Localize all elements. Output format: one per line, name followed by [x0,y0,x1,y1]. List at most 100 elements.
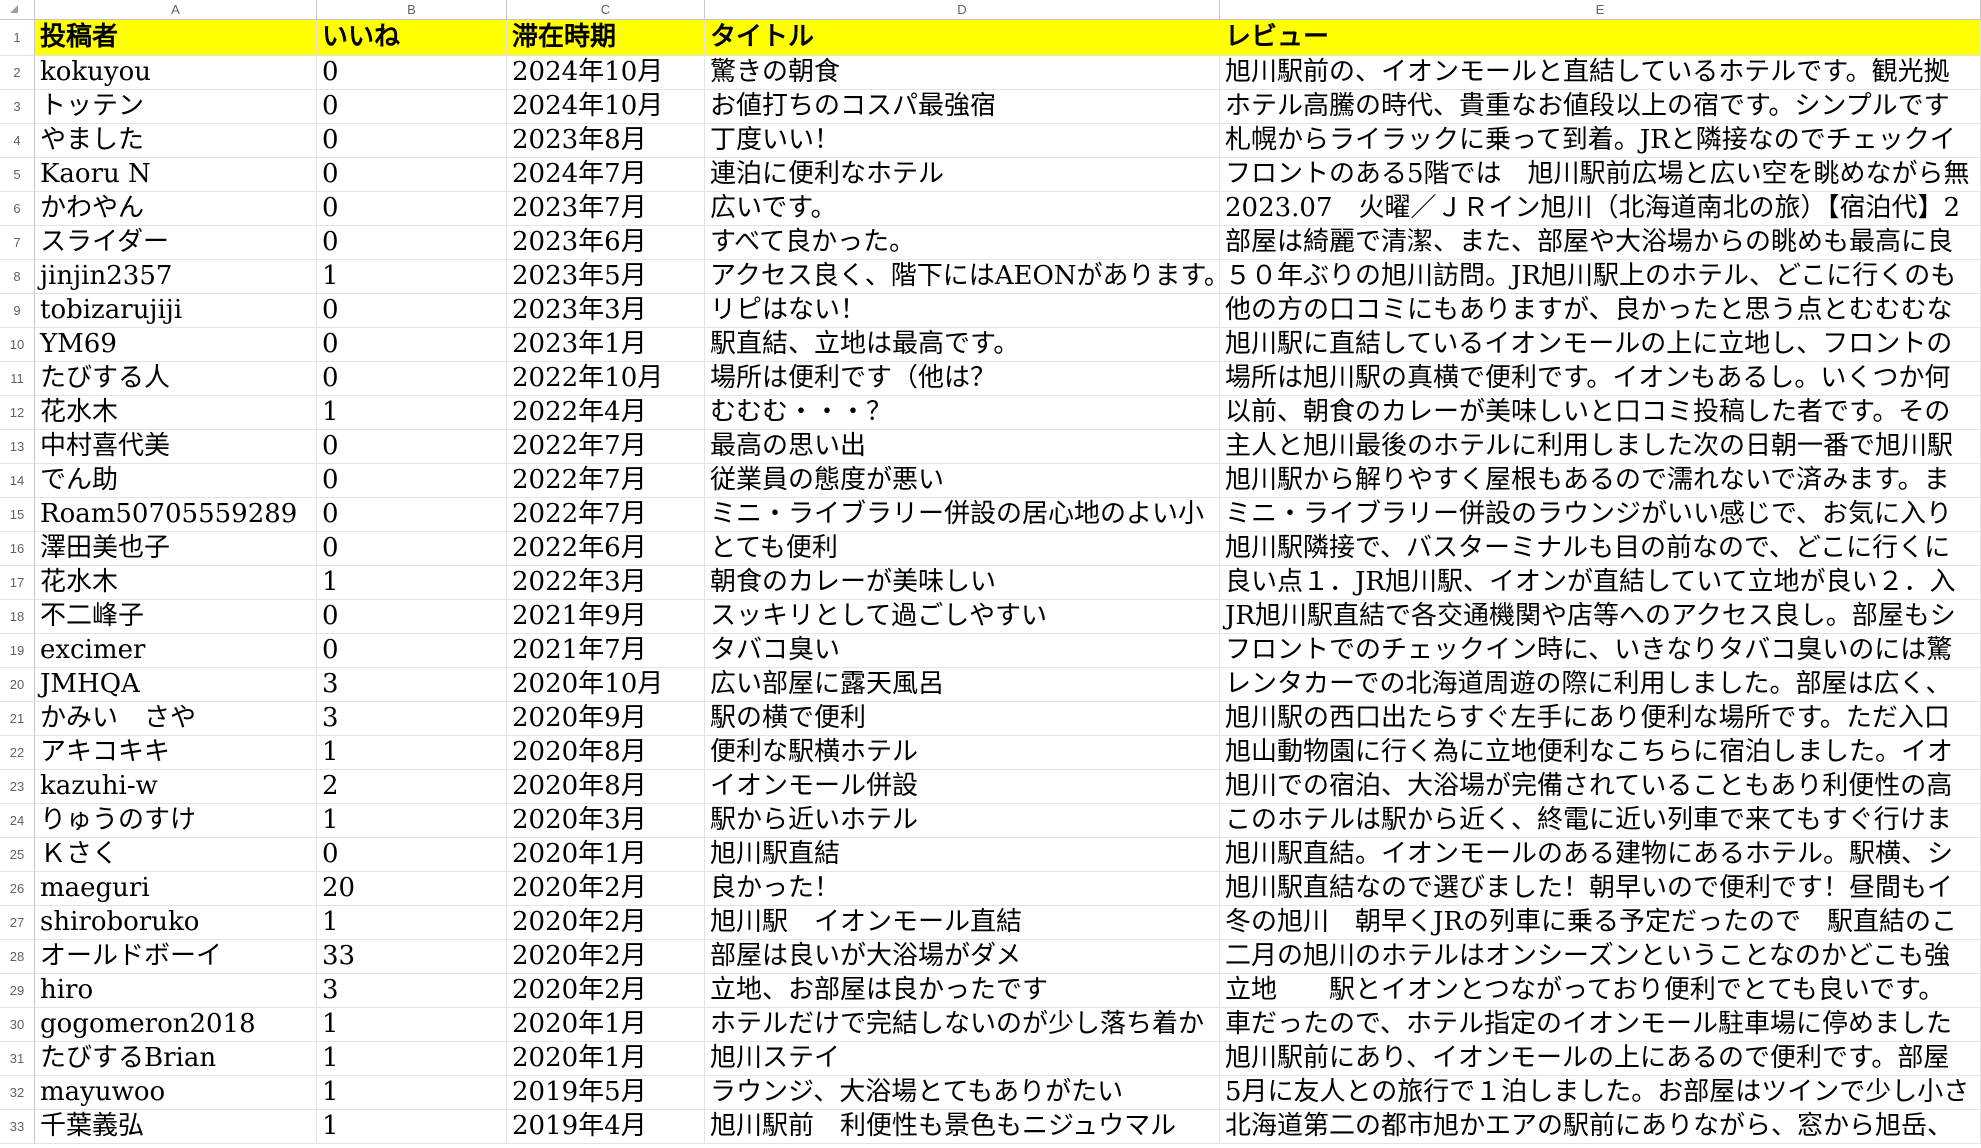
row-number[interactable]: 31 [0,1042,35,1076]
stay-period-cell[interactable]: 2020年1月 [507,1042,705,1076]
review-cell[interactable]: 旭川での宿泊、大浴場が完備されていることもあり利便性の高 [1220,770,1981,804]
likes-cell[interactable]: 1 [317,736,507,770]
title-cell[interactable]: リピはない！ [705,294,1220,328]
reviewer-cell[interactable]: jinjin2357 [35,260,317,294]
likes-cell[interactable]: 0 [317,90,507,124]
title-cell[interactable]: スッキリとして過ごしやすい [705,600,1220,634]
likes-cell[interactable]: 0 [317,498,507,532]
review-cell[interactable]: 旭川駅前の、イオンモールと直結しているホテルです。観光拠 [1220,56,1981,90]
stay-period-cell[interactable]: 2020年2月 [507,940,705,974]
review-cell[interactable]: ５０年ぶりの旭川訪問。JR旭川駅上のホテル、どこに行くのも [1220,260,1981,294]
review-cell[interactable]: 以前、朝食のカレーが美味しいと口コミ投稿した者です。その [1220,396,1981,430]
review-cell[interactable]: ミニ・ライブラリー併設のラウンジがいい感じで、お気に入り [1220,498,1981,532]
likes-cell[interactable]: 0 [317,362,507,396]
row-number[interactable]: 6 [0,192,35,226]
stay-period-cell[interactable]: 2022年7月 [507,430,705,464]
reviewer-cell[interactable]: maeguri [35,872,317,906]
title-cell[interactable]: ミニ・ライブラリー併設の居心地のよい小 [705,498,1220,532]
title-cell[interactable]: アクセス良く、階下にはAEONがあります。 [705,260,1220,294]
title-cell[interactable]: とても便利 [705,532,1220,566]
title-cell[interactable]: 最高の思い出 [705,430,1220,464]
title-cell[interactable]: 立地、お部屋は良かったです [705,974,1220,1008]
reviewer-cell[interactable]: hiro [35,974,317,1008]
likes-cell[interactable]: 0 [317,464,507,498]
review-cell[interactable]: 場所は旭川駅の真横で便利です。イオンもあるし。いくつか何 [1220,362,1981,396]
stay-period-cell[interactable]: 2020年2月 [507,974,705,1008]
likes-cell[interactable]: 0 [317,600,507,634]
reviewer-cell[interactable]: 千葉義弘 [35,1110,317,1144]
reviewer-cell[interactable]: JMHQA [35,668,317,702]
review-cell[interactable]: JR旭川駅直結で各交通機関や店等へのアクセス良し。部屋もシ [1220,600,1981,634]
row-number[interactable]: 21 [0,702,35,736]
reviewer-cell[interactable]: gogomeron2018 [35,1008,317,1042]
reviewer-cell[interactable]: kokuyou [35,56,317,90]
title-cell[interactable]: 朝食のカレーが美味しい [705,566,1220,600]
likes-cell[interactable]: 1 [317,804,507,838]
likes-cell[interactable]: 0 [317,226,507,260]
title-cell[interactable]: 場所は便利です（他は？ [705,362,1220,396]
reviewer-cell[interactable]: やました [35,124,317,158]
likes-cell[interactable]: 0 [317,158,507,192]
title-cell[interactable]: 驚きの朝食 [705,56,1220,90]
reviewer-cell[interactable]: オールドボーイ [35,940,317,974]
header-cell-reviewer[interactable]: 投稿者 [35,20,317,56]
reviewer-cell[interactable]: tobizarujiji [35,294,317,328]
title-cell[interactable]: 駅から近いホテル [705,804,1220,838]
stay-period-cell[interactable]: 2020年1月 [507,1008,705,1042]
stay-period-cell[interactable]: 2024年10月 [507,56,705,90]
column-header-e[interactable]: E [1220,0,1981,20]
row-number[interactable]: 13 [0,430,35,464]
likes-cell[interactable]: 0 [317,634,507,668]
row-number[interactable]: 32 [0,1076,35,1110]
title-cell[interactable]: 広いです。 [705,192,1220,226]
row-number[interactable]: 25 [0,838,35,872]
title-cell[interactable]: 便利な駅横ホテル [705,736,1220,770]
stay-period-cell[interactable]: 2023年7月 [507,192,705,226]
title-cell[interactable]: むむむ・・・？ [705,396,1220,430]
row-number[interactable]: 33 [0,1110,35,1144]
review-cell[interactable]: 旭川駅隣接で、バスターミナルも目の前なので、どこに行くに [1220,532,1981,566]
stay-period-cell[interactable]: 2019年5月 [507,1076,705,1110]
review-cell[interactable]: 他の方の口コミにもありますが、良かったと思う点とむむむな [1220,294,1981,328]
reviewer-cell[interactable]: Kaoru N [35,158,317,192]
stay-period-cell[interactable]: 2020年2月 [507,872,705,906]
stay-period-cell[interactable]: 2020年9月 [507,702,705,736]
stay-period-cell[interactable]: 2022年10月 [507,362,705,396]
stay-period-cell[interactable]: 2022年3月 [507,566,705,600]
row-number[interactable]: 24 [0,804,35,838]
stay-period-cell[interactable]: 2020年10月 [507,668,705,702]
review-cell[interactable]: 旭川駅前にあり、イオンモールの上にあるので便利です。部屋 [1220,1042,1981,1076]
likes-cell[interactable]: 0 [317,294,507,328]
likes-cell[interactable]: 3 [317,702,507,736]
title-cell[interactable]: 広い部屋に露天風呂 [705,668,1220,702]
reviewer-cell[interactable]: shiroboruko [35,906,317,940]
header-cell-likes[interactable]: いいね [317,20,507,56]
column-header-d[interactable]: D [705,0,1220,20]
stay-period-cell[interactable]: 2020年3月 [507,804,705,838]
review-cell[interactable]: レンタカーでの北海道周遊の際に利用しました。部屋は広く、 [1220,668,1981,702]
reviewer-cell[interactable]: 花水木 [35,396,317,430]
stay-period-cell[interactable]: 2022年4月 [507,396,705,430]
title-cell[interactable]: 旭川駅 イオンモール直結 [705,906,1220,940]
title-cell[interactable]: 旭川ステイ [705,1042,1220,1076]
stay-period-cell[interactable]: 2024年10月 [507,90,705,124]
reviewer-cell[interactable]: Roam50705559289 [35,498,317,532]
header-cell-title[interactable]: タイトル [705,20,1220,56]
review-cell[interactable]: フロントでのチェックイン時に、いきなりタバコ臭いのには驚 [1220,634,1981,668]
column-header-a[interactable]: A [35,0,317,20]
title-cell[interactable]: イオンモール併設 [705,770,1220,804]
title-cell[interactable]: 丁度いい！ [705,124,1220,158]
row-number[interactable]: 3 [0,90,35,124]
reviewer-cell[interactable]: スライダー [35,226,317,260]
stay-period-cell[interactable]: 2023年6月 [507,226,705,260]
review-cell[interactable]: 5月に友人との旅行で１泊しました。お部屋はツインで少し小さ [1220,1076,1981,1110]
row-number[interactable]: 1 [0,20,35,56]
review-cell[interactable]: 旭川駅から解りやすく屋根もあるので濡れないで済みます。ま [1220,464,1981,498]
likes-cell[interactable]: 0 [317,430,507,464]
row-number[interactable]: 22 [0,736,35,770]
likes-cell[interactable]: 0 [317,192,507,226]
likes-cell[interactable]: 1 [317,1042,507,1076]
row-number[interactable]: 26 [0,872,35,906]
review-cell[interactable]: ホテル高騰の時代、貴重なお値段以上の宿です。シンプルです [1220,90,1981,124]
review-cell[interactable]: 旭川駅直結なので選びました！朝早いので便利です！昼間もイ [1220,872,1981,906]
